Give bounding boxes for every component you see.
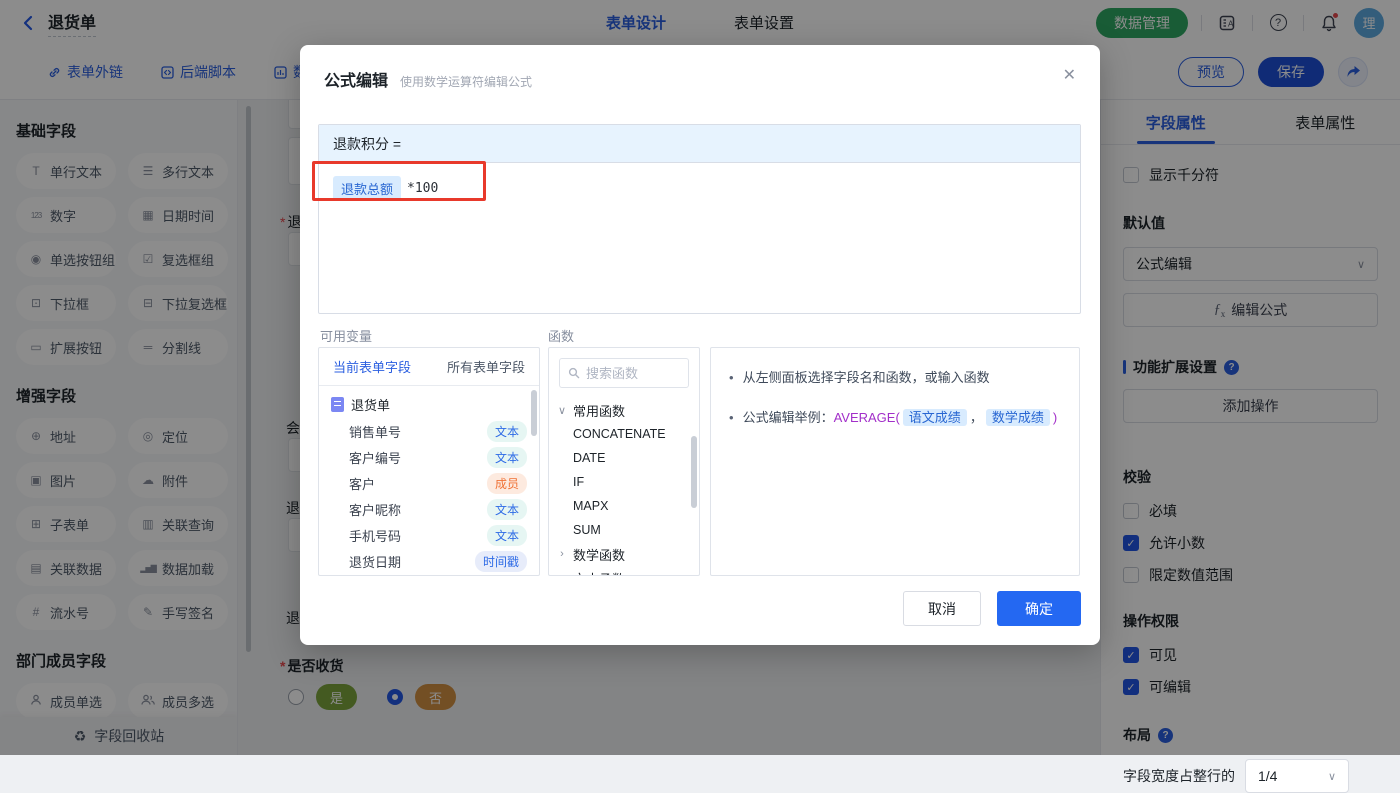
type-badge: 时间戳	[475, 551, 527, 572]
functions-panel: ∨ 常用函数 CONCATENATE DATE IF MAPX SUM › 数学…	[548, 347, 700, 576]
caret-right-icon: ›	[557, 572, 567, 576]
function-item[interactable]: DATE	[549, 446, 699, 470]
function-group-common[interactable]: ∨ 常用函数	[549, 398, 699, 422]
example-token: 语文成绩	[903, 409, 967, 426]
modal-title: 公式编辑	[324, 67, 388, 91]
example-token: 数学成绩	[986, 409, 1050, 426]
variables-panel: 当前表单字段 所有表单字段 退货单 销售单号文本 客户编号文本 客户成员 客户昵…	[318, 347, 540, 576]
tab-current-form-fields[interactable]: 当前表单字段	[333, 357, 411, 376]
formula-editor[interactable]: 退款积分 = 退款总额 *100	[318, 124, 1081, 314]
type-badge: 文本	[487, 447, 527, 468]
modal-subtitle: 使用数学运算符编辑公式	[400, 73, 532, 90]
type-badge: 文本	[487, 421, 527, 442]
form-tree-root[interactable]: 退货单	[319, 390, 539, 418]
variable-row[interactable]: 退货日期时间戳	[319, 548, 539, 574]
caret-down-icon: ∨	[557, 404, 567, 417]
close-icon[interactable]: ✕	[1063, 65, 1076, 85]
function-item[interactable]: SUM	[549, 518, 699, 542]
function-search-input[interactable]	[586, 366, 676, 381]
chevron-down-icon: ∨	[1328, 770, 1336, 783]
function-item[interactable]: CONCATENATE	[549, 422, 699, 446]
functions-label: 函数	[548, 326, 574, 345]
function-search[interactable]	[559, 358, 689, 388]
tab-all-form-fields[interactable]: 所有表单字段	[447, 357, 525, 376]
type-badge: 文本	[487, 499, 527, 520]
function-group-math[interactable]: › 数学函数	[549, 542, 699, 566]
confirm-button[interactable]: 确定	[997, 591, 1081, 626]
search-icon	[568, 367, 580, 379]
variables-label: 可用变量	[320, 326, 372, 345]
cancel-button[interactable]: 取消	[903, 591, 981, 626]
type-badge: 成员	[487, 473, 527, 494]
formula-edit-modal: 公式编辑 使用数学运算符编辑公式 ✕ 退款积分 = 退款总额 *100 可用变量…	[300, 45, 1100, 645]
formula-expression[interactable]: *100	[407, 181, 438, 196]
functions-scrollbar[interactable]	[691, 436, 697, 508]
type-badge: 文本	[487, 525, 527, 546]
variable-row[interactable]: 手机号码文本	[319, 522, 539, 548]
formula-target: 退款积分 =	[319, 125, 1080, 163]
tip-line-1: • 从左侧面板选择字段名和函数，或输入函数	[729, 368, 1061, 388]
caret-right-icon: ›	[557, 548, 567, 560]
variable-row[interactable]: 客户编号文本	[319, 444, 539, 470]
variable-row[interactable]: 客户昵称文本	[319, 496, 539, 522]
variable-row[interactable]: 销售单号文本	[319, 418, 539, 444]
function-item[interactable]: MAPX	[549, 494, 699, 518]
field-width-select[interactable]: 1/4 ∨	[1245, 759, 1349, 793]
variable-row[interactable]: 客户成员	[319, 470, 539, 496]
function-item[interactable]: IF	[549, 470, 699, 494]
form-doc-icon	[331, 397, 344, 412]
formula-tips-panel: • 从左侧面板选择字段名和函数，或输入函数 • 公式编辑举例：AVERAGE(语…	[710, 347, 1080, 576]
variables-scrollbar[interactable]	[531, 390, 537, 436]
formula-field-token[interactable]: 退款总额	[333, 176, 401, 201]
tip-line-2: • 公式编辑举例：AVERAGE(语文成绩，数学成绩)	[729, 408, 1061, 428]
variable-row-partial[interactable]	[319, 574, 539, 576]
field-width-row: 字段宽度占整行的 1/4 ∨	[1123, 759, 1378, 793]
function-group-text[interactable]: › 文本函数	[549, 566, 699, 576]
